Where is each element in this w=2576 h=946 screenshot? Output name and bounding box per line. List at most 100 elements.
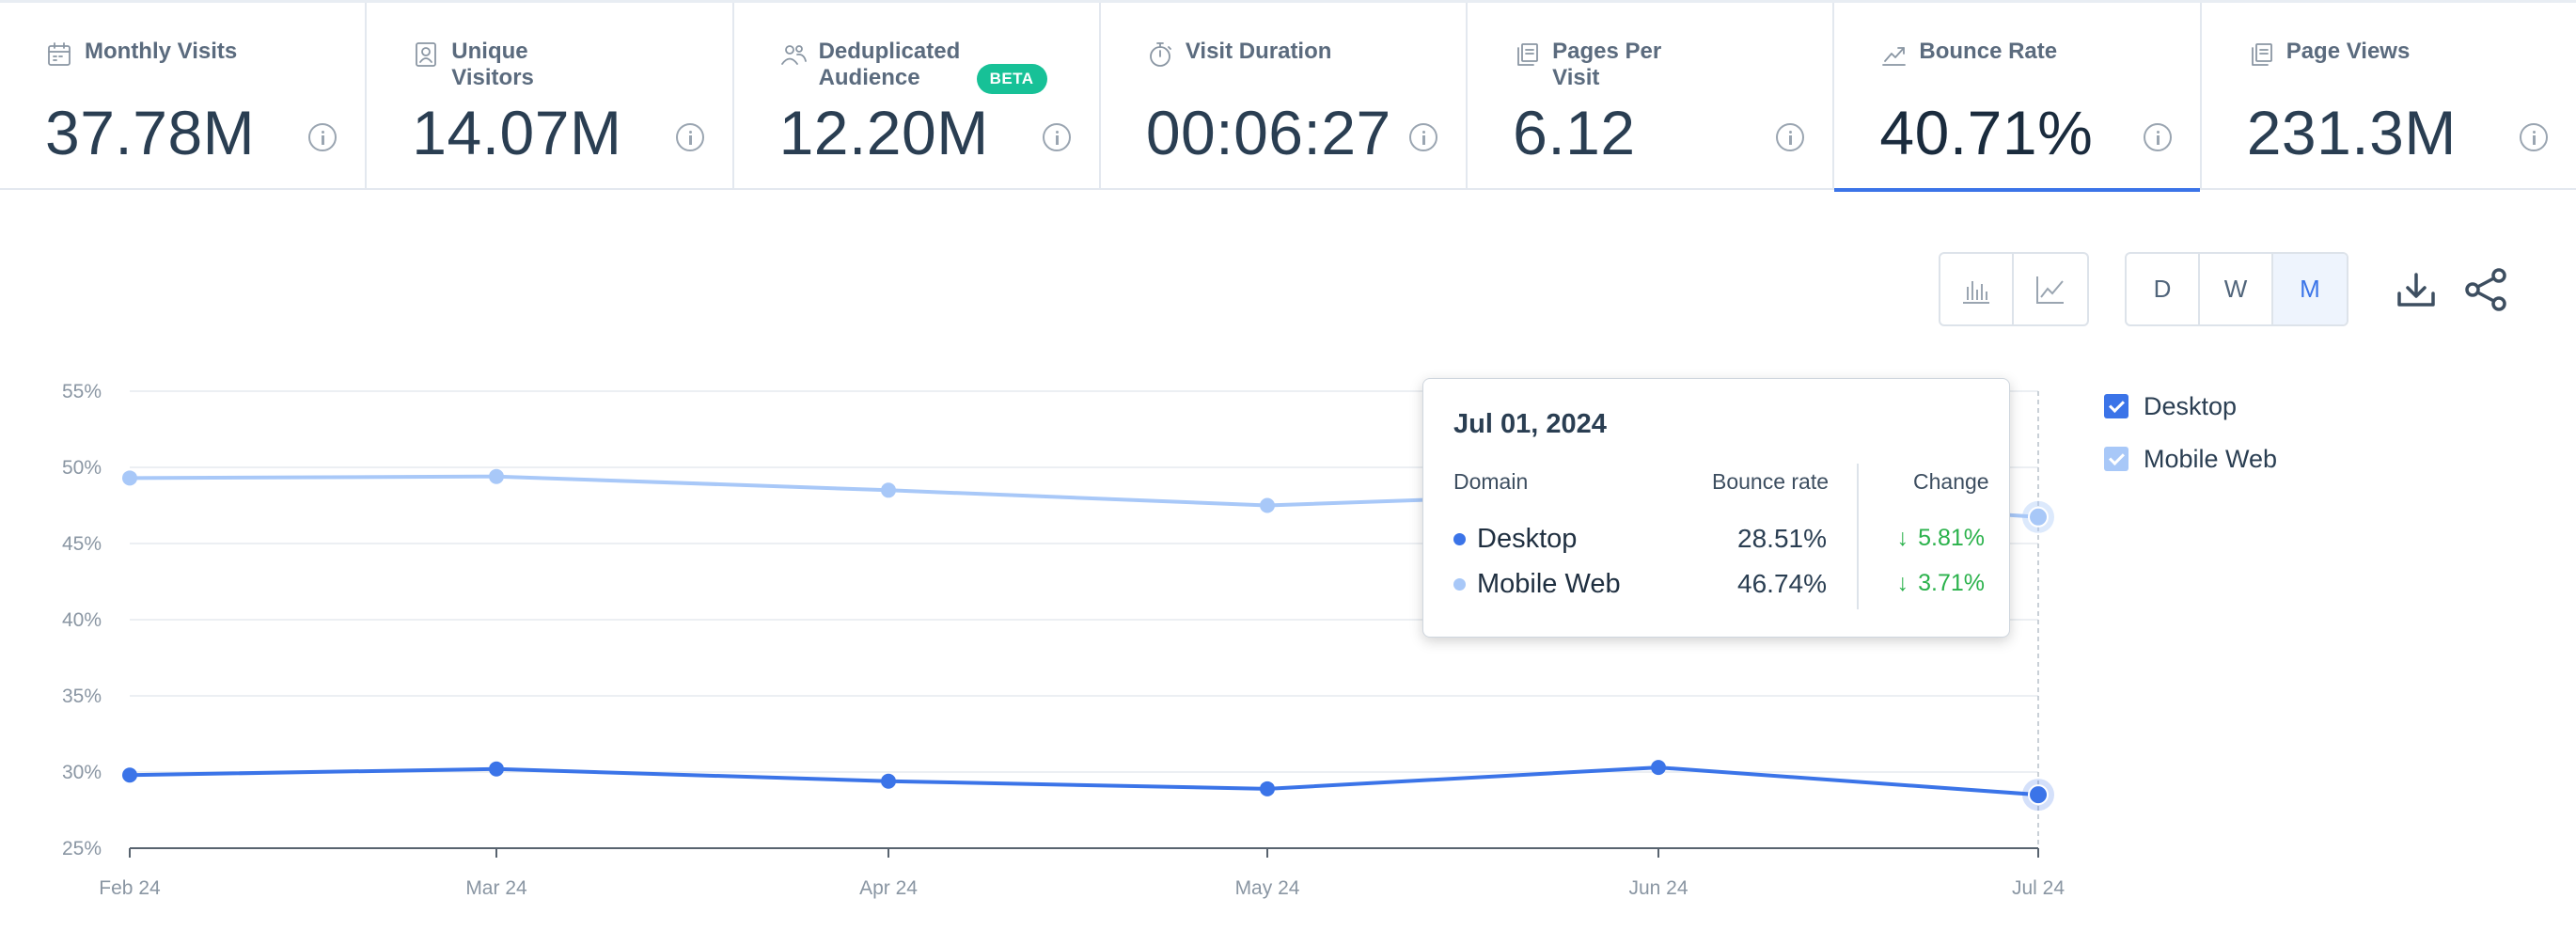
y-tick-label: 40%: [62, 609, 102, 631]
info-icon[interactable]: [1042, 123, 1071, 151]
highlight-point: [2028, 784, 2049, 806]
y-tick-label: 55%: [62, 381, 102, 402]
highlight-point: [2028, 506, 2049, 528]
download-button[interactable]: [2392, 265, 2441, 314]
x-tick-label: Mar 24: [465, 877, 527, 899]
data-point: [489, 761, 504, 777]
y-tick-label: 45%: [62, 533, 102, 555]
arrow-down-icon: ↓: [1896, 570, 1909, 596]
tooltip-col-change: Change: [1913, 469, 1989, 494]
y-tick-label: 50%: [62, 457, 102, 479]
metric-label: Bounce Rate: [1919, 39, 2058, 64]
x-tick-label: Jul 24: [2012, 877, 2065, 899]
metric-tab-deduplicated-audience[interactable]: Deduplicated Audience BETA 12.20M: [734, 3, 1101, 190]
data-point: [1651, 760, 1666, 776]
metric-header: Visit Duration: [1146, 39, 1332, 69]
data-point: [1260, 497, 1275, 513]
metric-value: 40.71%: [1879, 98, 2094, 167]
desktop-checkbox[interactable]: [2104, 394, 2128, 418]
metric-tab-unique-visitors[interactable]: Unique Visitors 14.07M: [367, 3, 734, 190]
tooltip-row-name: Desktop: [1477, 524, 1578, 554]
mobile-web-dot: [1453, 578, 1466, 591]
y-tick-label: 30%: [62, 762, 102, 783]
metric-tab-visit-duration[interactable]: Visit Duration 00:06:27: [1101, 3, 1469, 190]
tooltip-col-domain: Domain: [1453, 469, 1529, 494]
arrow-down-icon: ↓: [1896, 525, 1909, 551]
users-icon: [779, 40, 808, 69]
granularity-button-w[interactable]: W: [2200, 254, 2273, 324]
info-icon[interactable]: [1409, 123, 1438, 151]
metric-header: Page Views: [2247, 39, 2411, 69]
metric-value: 37.78M: [45, 98, 256, 167]
tooltip-row-rate: 28.51%: [1737, 524, 1827, 553]
legend-label-mobile-web: Mobile Web: [2144, 444, 2278, 473]
metric-header: Monthly Visits: [45, 39, 237, 69]
metric-label: Visit Duration: [1185, 39, 1332, 64]
metric-tab-pages-per-visit[interactable]: Pages Per Visit 6.12: [1468, 3, 1835, 190]
metric-header: Pages Per Visit: [1513, 39, 1712, 91]
trend-icon: [1879, 40, 1908, 69]
tooltip-row-change: ↓ 5.81%: [1896, 525, 1985, 551]
tooltip-row-change: ↓ 3.71%: [1896, 570, 1985, 596]
metric-header: Bounce Rate: [1879, 39, 2057, 69]
desktop-dot: [1453, 533, 1466, 545]
tooltip-row-mobile-web: Mobile Web 46.74% ↓ 3.71%: [1453, 565, 1985, 603]
mobile-web-checkbox[interactable]: [2104, 447, 2128, 471]
metric-label: Monthly Visits: [85, 39, 238, 64]
metric-label: Deduplicated Audience: [818, 39, 961, 90]
data-point: [881, 773, 896, 789]
metric-tab-bounce-rate[interactable]: Bounce Rate 40.71%: [1834, 3, 2202, 192]
metric-header: Deduplicated Audience: [779, 39, 979, 91]
data-point: [122, 470, 137, 486]
beta-badge: BETA: [976, 64, 1047, 94]
metric-value: 12.20M: [778, 98, 989, 167]
info-icon[interactable]: [2519, 123, 2548, 151]
y-tick-label: 35%: [62, 686, 102, 707]
data-point: [489, 468, 504, 484]
download-icon: [2397, 273, 2435, 307]
metric-tab-monthly-visits[interactable]: Monthly Visits 37.78M: [0, 3, 368, 190]
granularity-button-m[interactable]: M: [2273, 254, 2347, 324]
tooltip-date: Jul 01, 2024: [1453, 409, 1607, 439]
legend-label-desktop: Desktop: [2144, 391, 2238, 420]
x-tick-label: Feb 24: [99, 877, 161, 899]
chart-type-toggle: [1939, 252, 2089, 326]
share-icon: [2465, 268, 2506, 311]
granularity-toggle: DWM: [2125, 252, 2348, 326]
metric-value: 6.12: [1513, 98, 1636, 167]
data-point: [1260, 780, 1275, 796]
x-tick-label: Jun 24: [1628, 877, 1688, 899]
chart-legend: Desktop Mobile Web: [2104, 380, 2277, 485]
tooltip-col-bounce-rate: Bounce rate: [1712, 469, 1830, 494]
legend-item-mobile-web[interactable]: Mobile Web: [2104, 433, 2277, 485]
granularity-button-d[interactable]: D: [2127, 254, 2200, 324]
stopwatch-icon: [1146, 40, 1174, 69]
data-point: [122, 767, 137, 783]
bar-chart-button[interactable]: [1940, 254, 2014, 324]
chart-tooltip: Jul 01, 2024 Domain Bounce rate Change D…: [1422, 378, 2010, 638]
metric-value: 14.07M: [412, 98, 622, 167]
tooltip-row-name: Mobile Web: [1477, 569, 1621, 599]
metrics-bar: Monthly Visits 37.78M Unique Visitors 14.07…: [0, 0, 2576, 192]
metric-tab-page-views[interactable]: Page Views 231.3M: [2202, 3, 2576, 190]
info-icon[interactable]: [308, 123, 338, 151]
metric-label: Unique Visitors: [451, 39, 534, 90]
calendar-icon: [45, 40, 73, 69]
info-icon[interactable]: [675, 123, 704, 151]
pages-icon: [2247, 40, 2275, 69]
line-chart-button[interactable]: [2014, 254, 2087, 324]
tooltip-row-rate: 46.74%: [1737, 569, 1827, 598]
bar-chart-icon: [1963, 280, 1989, 304]
share-button[interactable]: [2461, 265, 2510, 314]
metric-label: Page Views: [2285, 39, 2411, 64]
metric-header: Unique Visitors: [412, 39, 611, 91]
user-card-icon: [412, 40, 440, 69]
y-tick-label: 25%: [62, 838, 102, 859]
info-icon[interactable]: [2143, 123, 2172, 151]
x-tick-label: May 24: [1235, 877, 1300, 899]
legend-item-desktop[interactable]: Desktop: [2104, 380, 2277, 433]
metric-label: Pages Per Visit: [1552, 39, 1662, 90]
pages-icon: [1513, 40, 1541, 69]
info-icon[interactable]: [1776, 123, 1805, 151]
metric-value: 00:06:27: [1145, 98, 1391, 167]
